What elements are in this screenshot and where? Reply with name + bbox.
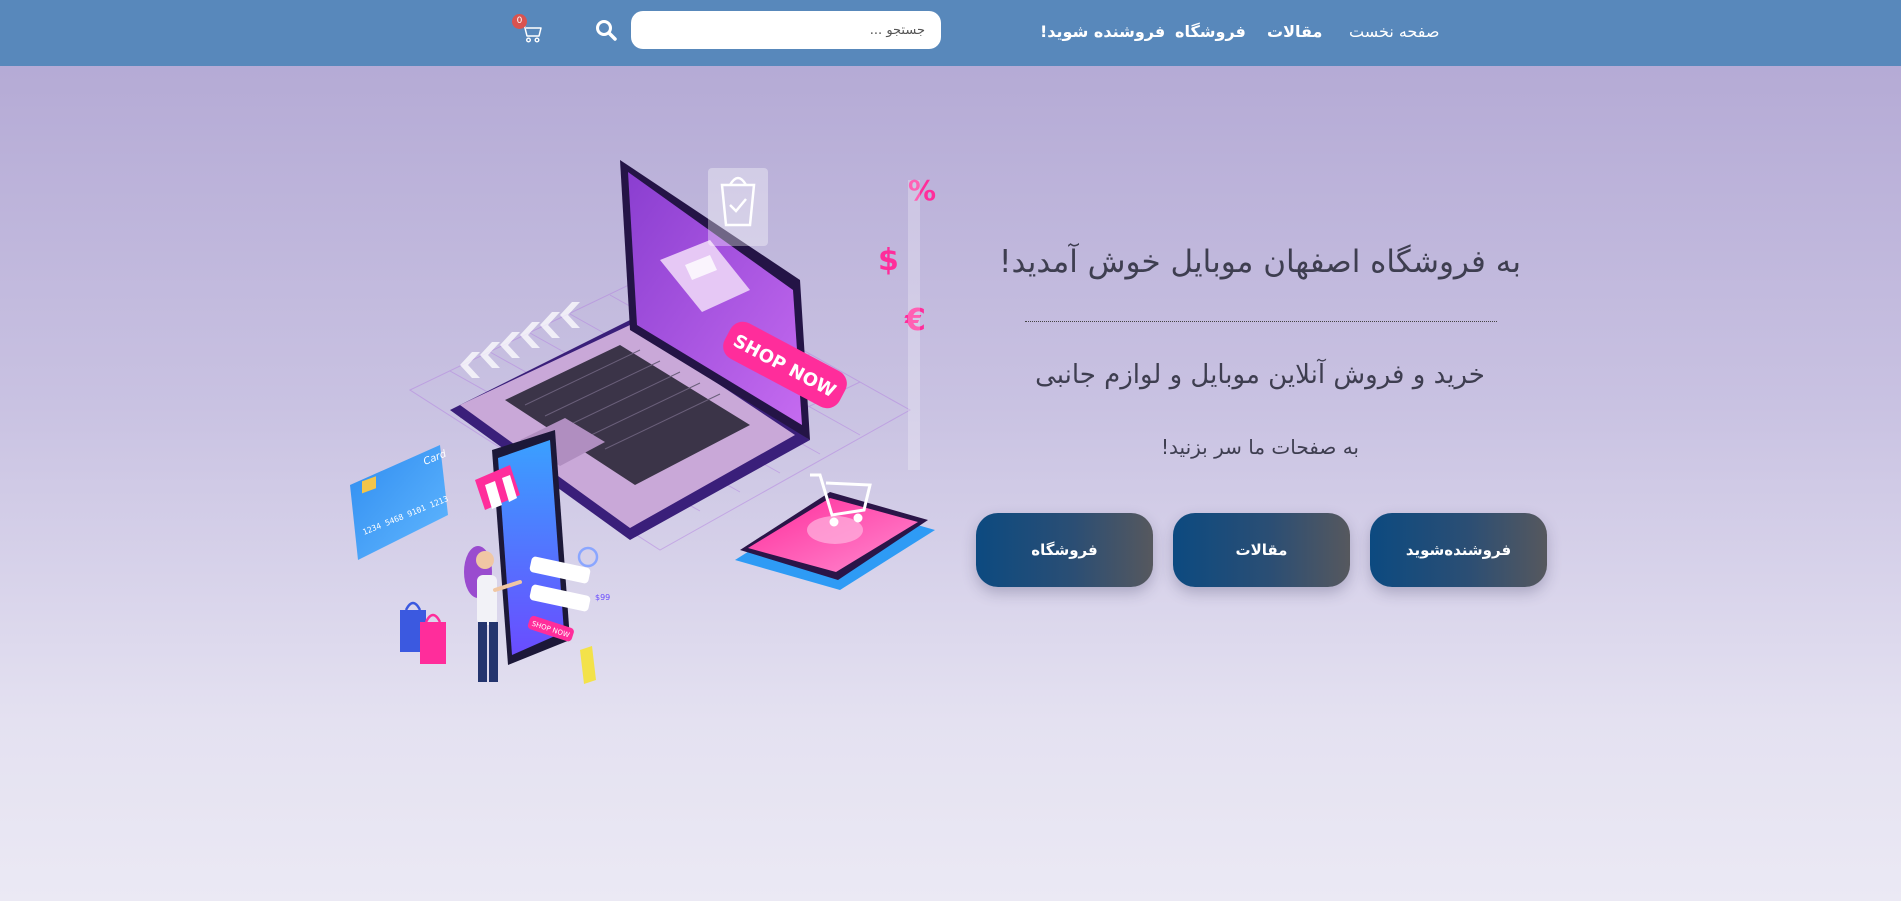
top-navbar: صفحه نخست مقالات فروشگاه فروشنده شوید! 0 xyxy=(0,0,1901,66)
search-box xyxy=(631,11,941,49)
articles-button[interactable]: مقالات xyxy=(1173,513,1350,587)
search-input[interactable] xyxy=(631,11,941,49)
svg-text:$: $ xyxy=(878,243,899,278)
cart-button[interactable]: 0 xyxy=(512,14,544,44)
hero-tagline: به صفحات ما سر بزنید! xyxy=(1161,435,1359,459)
shop-button[interactable]: فروشگاه xyxy=(976,513,1153,587)
become-seller-button[interactable]: فروشنده‌شوید xyxy=(1370,513,1547,587)
light-beam xyxy=(908,180,920,470)
check-badge-icon xyxy=(577,546,599,568)
hero-divider xyxy=(1025,321,1497,322)
hero-title: به فروشگاه اصفهان موبایل خوش آمدید! xyxy=(999,244,1521,280)
credit-card: Card 1234 5468 9101 1213 xyxy=(350,445,450,560)
nav-shop-link[interactable]: فروشگاه xyxy=(1175,22,1246,41)
search-button[interactable] xyxy=(594,18,618,42)
hero-illustration: SHOP NOW % $ € Card 1234 5468 9101 1213 … xyxy=(330,120,960,720)
nav-articles-link[interactable]: مقالات xyxy=(1267,22,1322,41)
nav-home-link[interactable]: صفحه نخست xyxy=(1349,22,1439,41)
hero-subtitle: خرید و فروش آنلاین موبایل و لوازم جانبی xyxy=(1035,360,1485,390)
pink-phone xyxy=(735,473,935,590)
nav-become-seller-link[interactable]: فروشنده شوید! xyxy=(1040,22,1165,41)
currency-symbols: % $ € xyxy=(878,174,936,338)
bag-panel-icon xyxy=(708,168,768,246)
search-icon xyxy=(596,20,617,41)
shopping-bags xyxy=(400,601,446,664)
cart-count-badge: 0 xyxy=(512,14,527,29)
svg-text:$99: $99 xyxy=(595,593,610,602)
price-tag xyxy=(580,646,596,684)
